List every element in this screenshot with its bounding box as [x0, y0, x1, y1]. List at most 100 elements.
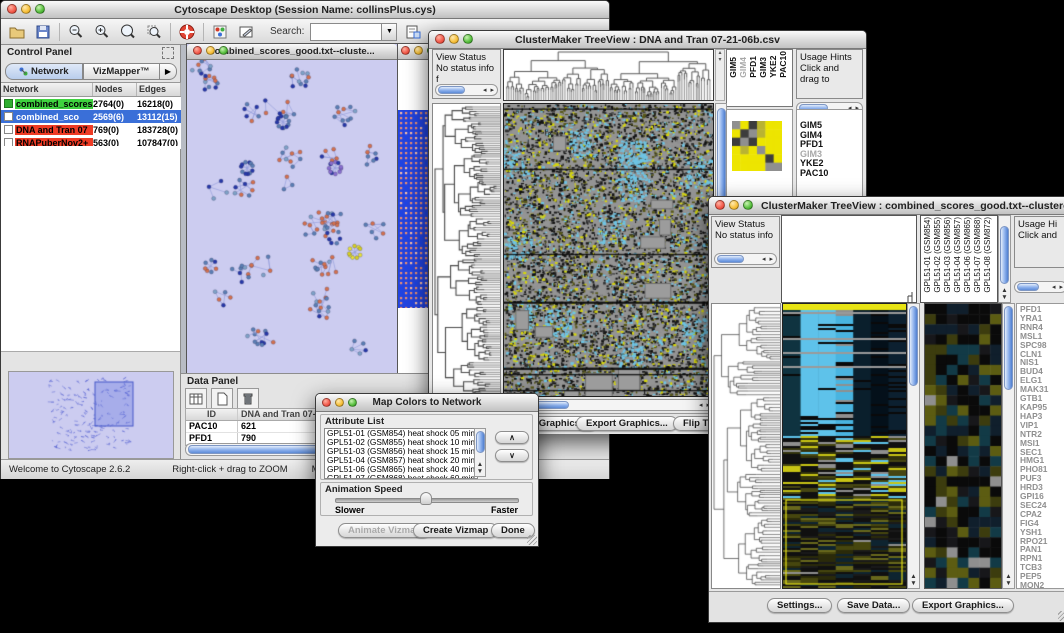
zoom-heatmap-canvas[interactable] [925, 304, 1001, 588]
network-graph-canvas[interactable] [187, 60, 395, 373]
heatmap-canvas[interactable] [504, 104, 713, 396]
network-window-titlebar[interactable]: combined_scores_good.txt--cluste... [187, 44, 397, 60]
speed-slider-thumb[interactable] [420, 492, 432, 505]
tv2-usage-scrollbar[interactable]: ◂ ▸ [1014, 281, 1064, 293]
close-icon[interactable] [193, 46, 202, 55]
close-icon[interactable] [715, 200, 725, 210]
network-list-row[interactable]: combined_scores_ 2764(0) 16218(0) [1, 97, 181, 110]
column-label[interactable]: GIM4 [739, 51, 748, 78]
export-graphics-button[interactable]: Export Graphics... [576, 416, 678, 431]
tv1-heatmap[interactable] [503, 103, 714, 397]
export-graphics-button[interactable]: Export Graphics... [912, 598, 1014, 613]
listbox-scrollbar[interactable]: ▲ ▼ [474, 428, 486, 477]
save-data-button[interactable]: Save Data... [837, 598, 910, 613]
minimize-icon[interactable] [414, 46, 423, 55]
zoom-icon[interactable] [348, 398, 357, 407]
zoom-icon[interactable] [463, 34, 473, 44]
search-config-icon[interactable] [403, 22, 423, 42]
row-dendrogram-canvas[interactable] [433, 104, 500, 396]
delete-attribute-icon[interactable] [237, 388, 259, 410]
network-overview-panel[interactable] [8, 371, 174, 459]
tab-vizmapper[interactable]: VizMapper™ [83, 63, 161, 80]
new-attribute-icon[interactable] [211, 388, 233, 410]
scrollbar-thumb[interactable] [1017, 283, 1039, 291]
resize-grip[interactable] [527, 535, 537, 545]
scrollbar-thumb[interactable] [476, 431, 485, 453]
heatmap-canvas[interactable] [783, 304, 906, 588]
row-dendrogram-canvas[interactable] [712, 304, 780, 588]
tv2-row-dendrogram[interactable] [711, 303, 781, 589]
column-label[interactable]: GPL51-08 (GSM872) [983, 217, 992, 293]
close-icon[interactable] [401, 46, 410, 55]
scrollbar-thumb[interactable] [717, 255, 744, 263]
correlation-thumbnail-canvas[interactable] [732, 121, 782, 171]
network-overview-canvas[interactable] [9, 372, 171, 456]
tv1-corner-scroll-strip[interactable]: ▴▾ [715, 49, 725, 101]
zoom-in-icon[interactable] [92, 22, 112, 42]
row-label[interactable]: PAC10 [800, 169, 862, 179]
vizmapper-icon[interactable] [210, 22, 230, 42]
treeview1-titlebar[interactable]: ClusterMaker TreeView : DNA and Tran 07-… [429, 31, 866, 49]
scroll-up-icon[interactable]: ▲ [1003, 573, 1014, 580]
settings-button[interactable]: Settings... [767, 598, 832, 613]
scrollbar-thumb[interactable] [1000, 226, 1009, 284]
tv2-collabel-scrollbar[interactable]: ▲ ▼ [998, 215, 1011, 303]
attribute-list-item[interactable]: GPL51-07 (GSM868) heat shock 60 min [327, 474, 477, 479]
zoom-icon[interactable] [35, 4, 45, 14]
column-label[interactable]: GPL51-01 (GSM854) [923, 217, 932, 293]
treeview2-titlebar[interactable]: ClusterMaker TreeView : combined_scores_… [709, 197, 1064, 215]
scroll-down-icon[interactable]: ▼ [1003, 580, 1014, 587]
column-label[interactable]: PAC10 [779, 51, 788, 78]
dense-network-canvas[interactable] [398, 110, 432, 308]
move-up-button[interactable]: ∧ [495, 431, 529, 444]
column-label[interactable]: GIM5 [729, 51, 738, 78]
annotation-icon[interactable] [236, 22, 256, 42]
column-label[interactable]: GPL51-07 (GSM868) [973, 217, 982, 293]
scrollbar-thumb[interactable] [717, 108, 726, 200]
scroll-down-icon[interactable]: ▼ [908, 580, 919, 587]
gene-label[interactable]: MON2 [1020, 581, 1064, 589]
view-status-scrollbar[interactable]: ◂ ▸ [435, 84, 498, 96]
zoom-fit-icon[interactable] [118, 22, 138, 42]
tv2-heatmap-vscrollbar[interactable]: ▲ ▼ [907, 303, 920, 589]
zoom-out-icon[interactable] [66, 22, 86, 42]
search-dropdown-icon[interactable]: ▼ [382, 23, 397, 41]
column-dendrogram-canvas[interactable] [504, 50, 713, 100]
help-lifebuoy-icon[interactable] [177, 22, 197, 42]
scroll-up-icon[interactable]: ▲ [999, 287, 1010, 294]
move-down-button[interactable]: ∨ [495, 449, 529, 462]
open-file-icon[interactable] [7, 22, 27, 42]
scroll-down-icon[interactable]: ▼ [475, 468, 485, 475]
close-icon[interactable] [322, 398, 331, 407]
column-label[interactable]: PFD1 [749, 51, 758, 78]
tv2-zoom-heatmap[interactable] [924, 303, 1002, 589]
attribute-listbox[interactable]: GPL51-01 (GSM854) heat shock 05 minGPL51… [324, 428, 478, 479]
minimize-icon[interactable] [21, 4, 31, 14]
resize-grip[interactable] [1058, 611, 1064, 621]
scroll-down-icon[interactable]: ▼ [999, 294, 1010, 301]
network-list-row[interactable]: DNA and Tran 07 769(0) 183728(0) [1, 123, 181, 136]
tv1-column-dendrogram[interactable] [503, 49, 714, 101]
create-vizmap-button[interactable]: Create Vizmap [413, 523, 498, 538]
dialog-titlebar[interactable]: Map Colors to Network [316, 394, 538, 412]
tv1-row-dendrogram[interactable] [432, 103, 501, 397]
scroll-up-icon[interactable]: ▲ [475, 461, 485, 468]
scroll-arrows-icon[interactable]: ◂ ▸ [762, 254, 776, 265]
column-label[interactable]: GPL51-02 (GSM855) [933, 217, 942, 293]
tab-overflow-arrow[interactable]: ▶ [160, 63, 177, 80]
scroll-up-icon[interactable]: ▲ [908, 573, 919, 580]
scrollbar-thumb[interactable] [1004, 306, 1013, 390]
zoom-selected-icon[interactable] [144, 22, 164, 42]
tv2-zoom-vscrollbar[interactable]: ▲ ▼ [1002, 303, 1015, 589]
column-label[interactable]: GPL51-04 (GSM857) [953, 217, 962, 293]
select-attributes-icon[interactable] [185, 388, 207, 410]
zoom-icon[interactable] [743, 200, 753, 210]
column-label[interactable]: YKE2 [769, 51, 778, 78]
tv2-heatmap[interactable] [782, 303, 907, 589]
close-icon[interactable] [7, 4, 17, 14]
scrollbar-thumb[interactable] [438, 86, 465, 94]
column-label[interactable]: GPL51-06 (GSM865) [963, 217, 972, 293]
float-panel-icon[interactable] [162, 47, 174, 59]
view-status-scrollbar[interactable]: ◂ ▸ [714, 253, 777, 265]
scrollbar-thumb[interactable] [909, 306, 918, 386]
